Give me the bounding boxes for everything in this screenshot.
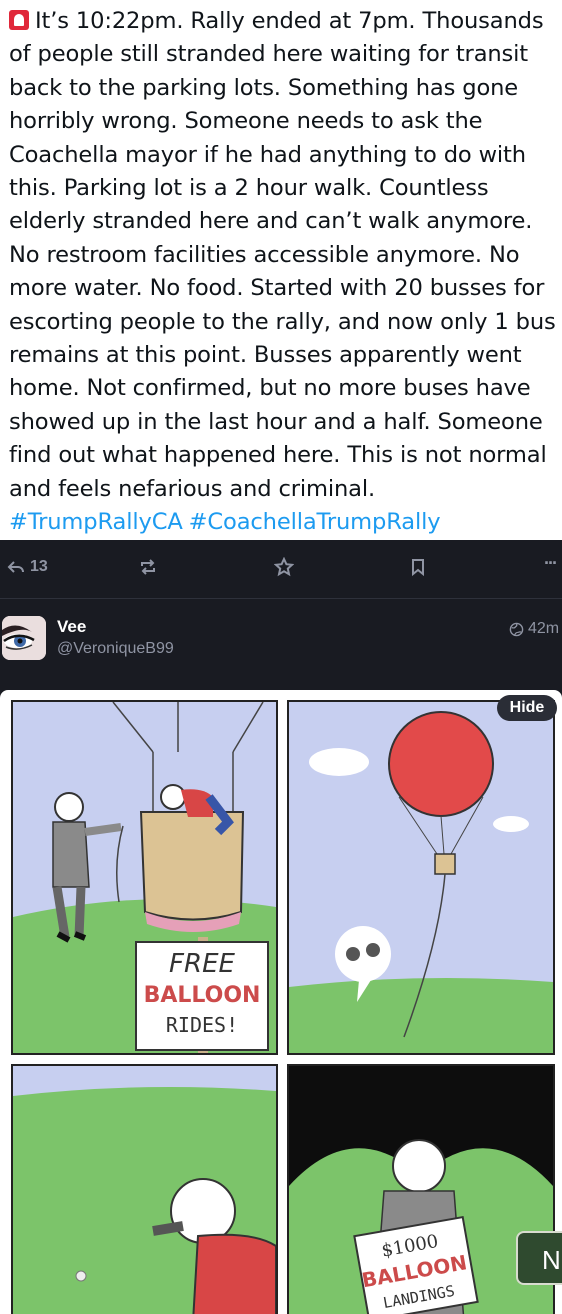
hashtags: #TrumpRallyCA #CoachellaTrumpRally — [9, 506, 557, 539]
globe-icon — [509, 622, 524, 636]
more-icon: ··· — [544, 552, 558, 573]
reply-button[interactable]: 13 — [6, 556, 48, 578]
quoted-tweet-image: It’s 10:22pm. Rally ended at 7pm. Thousa… — [0, 0, 562, 540]
next-button[interactable]: N — [516, 1231, 562, 1285]
bookmark-icon — [412, 559, 424, 577]
post-action-bar: 13 ··· — [0, 540, 562, 598]
sign-free-text: FREE — [169, 949, 235, 979]
quoted-tweet-text: It’s 10:22pm. Rally ended at 7pm. Thousa… — [9, 5, 557, 540]
display-name[interactable]: Vee — [57, 617, 86, 637]
comic-panel-3 — [11, 1064, 278, 1314]
timestamp-text: 42m — [528, 620, 560, 637]
reply-icon — [7, 561, 24, 573]
more-button[interactable]: ··· — [544, 552, 558, 574]
avatar[interactable] — [2, 616, 46, 660]
comic-panel-2 — [287, 700, 555, 1055]
siren-icon — [9, 10, 29, 30]
user-handle[interactable]: @VeroniqueB99 — [57, 640, 174, 658]
favourite-button[interactable] — [274, 556, 294, 578]
boost-icon — [141, 559, 155, 575]
sign-balloon-text: BALLOON — [144, 983, 261, 1008]
post-divider — [0, 598, 562, 599]
comic-panel-4: $1000 BALLOON LANDINGS — [287, 1064, 555, 1314]
hashtag-link[interactable]: #CoachellaTrumpRally — [189, 509, 441, 535]
star-icon — [274, 557, 294, 577]
reply-count: 13 — [30, 558, 48, 575]
post-timestamp[interactable]: 42m — [509, 620, 559, 638]
comic-panel-1: FREE BALLOON RIDES! — [11, 700, 278, 1055]
boost-button[interactable] — [138, 556, 158, 578]
comic-image[interactable]: FREE BALLOON RIDES! $1000 BALLOON LANDIN… — [0, 690, 562, 1314]
hide-media-button[interactable]: Hide — [497, 695, 557, 721]
hashtag-link[interactable]: #TrumpRallyCA — [9, 509, 183, 535]
sign-rides-text: RIDES! — [166, 1013, 238, 1037]
bookmark-button[interactable] — [408, 556, 428, 578]
